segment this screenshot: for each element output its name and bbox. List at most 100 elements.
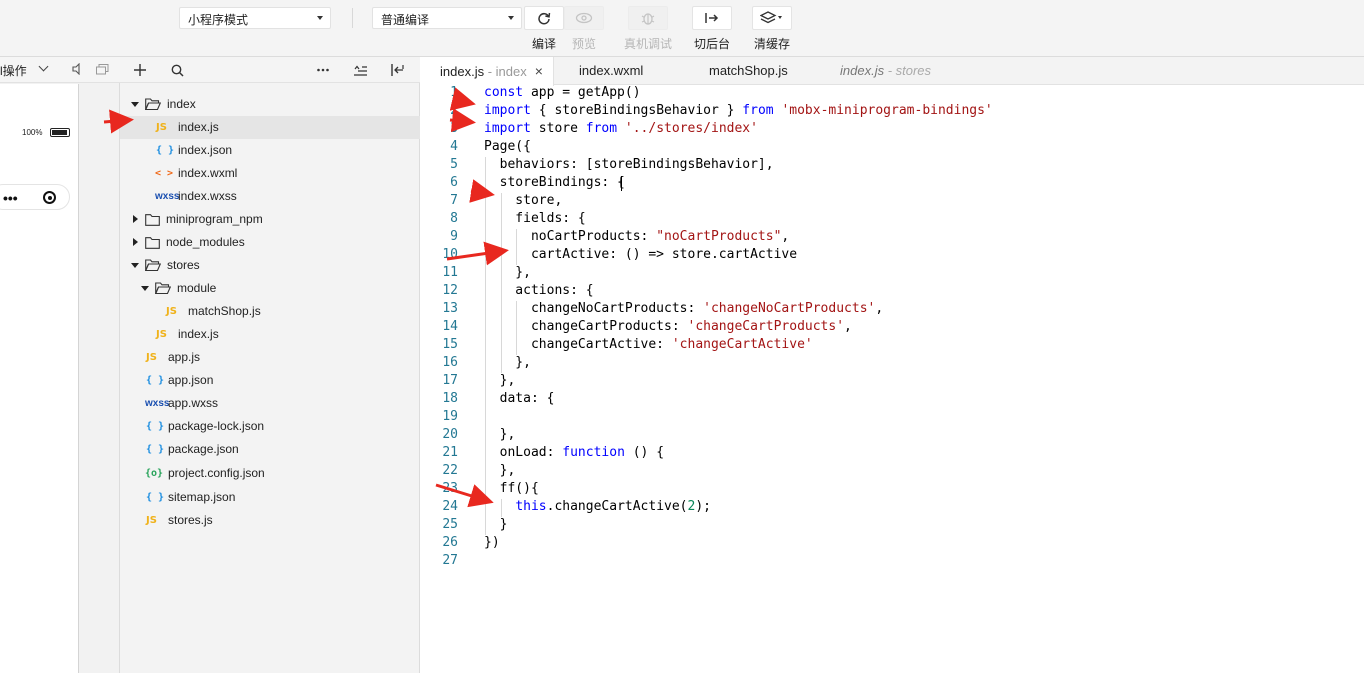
phone-screen[interactable]: 100% •••: [0, 84, 79, 673]
add-file-icon[interactable]: [131, 61, 149, 79]
compile-mode-value: 普通编译: [381, 13, 430, 27]
code-keyword: import: [484, 121, 531, 136]
tree-file-stores-index-js[interactable]: JS index.js: [120, 323, 420, 346]
tree-file-index-wxss[interactable]: wxss index.wxss: [120, 185, 420, 208]
code-token: onLoad:: [484, 445, 563, 460]
close-circle-icon[interactable]: [43, 191, 56, 204]
code-line[interactable]: onLoad: function () {: [484, 445, 664, 460]
tree-item-label: app.js: [168, 350, 201, 364]
simulator-panel: l操作 100% •••: [0, 57, 120, 673]
tree-file-index-wxml[interactable]: < > index.wxml: [120, 162, 420, 185]
explorer-header: [120, 57, 420, 83]
tab-subtitle: - stores: [884, 63, 932, 78]
tree-folder-node-modules[interactable]: node_modules: [120, 231, 420, 254]
tab-matchshop-js[interactable]: matchShop.js: [709, 57, 788, 85]
line-number: 1: [450, 85, 458, 100]
collapse-icon[interactable]: [351, 61, 369, 79]
line-number: 5: [450, 157, 458, 172]
mode-select-value: 小程序模式: [188, 13, 249, 27]
caret-right-icon[interactable]: [133, 215, 138, 223]
code-line[interactable]: },: [484, 265, 531, 280]
tree-folder-miniprogram-npm[interactable]: miniprogram_npm: [120, 208, 420, 231]
code-line[interactable]: import store from '../stores/index': [484, 121, 758, 136]
code-token: ,: [875, 301, 884, 316]
tree-file-package-json[interactable]: { } package.json: [120, 438, 420, 461]
chevron-down-icon[interactable]: [38, 61, 49, 72]
tree-file-index-js[interactable]: JS index.js: [120, 116, 420, 139]
tree-folder-module[interactable]: module: [120, 277, 420, 300]
tab-stores-index-js[interactable]: index.js - stores: [840, 57, 931, 85]
tree-file-app-js[interactable]: JS app.js: [120, 346, 420, 369]
code-line[interactable]: store,: [484, 193, 562, 208]
tree-file-app-json[interactable]: { } app.json: [120, 369, 420, 392]
layers-icon: [752, 6, 792, 30]
real-device-debug-button[interactable]: 真机调试: [624, 6, 672, 52]
caret-down-icon[interactable]: [141, 286, 149, 291]
more-dots-icon[interactable]: •••: [3, 190, 18, 206]
code-keyword: this: [515, 499, 547, 514]
code-token: app = getApp(): [523, 85, 641, 100]
code-line[interactable]: import { storeBindingsBehavior } from 'm…: [484, 103, 993, 118]
tree-file-app-wxss[interactable]: wxss app.wxss: [120, 392, 420, 415]
code-line[interactable]: ff(){: [484, 481, 539, 496]
preview-button[interactable]: 预览: [564, 6, 604, 52]
line-number: 12: [442, 283, 458, 298]
caret-down-icon[interactable]: [131, 102, 139, 107]
tree-folder-index[interactable]: index: [120, 93, 420, 116]
volume-icon[interactable]: [72, 62, 82, 78]
tree-file-stores-js[interactable]: JS stores.js: [120, 509, 420, 532]
compile-button[interactable]: 编译: [524, 6, 564, 52]
code-line[interactable]: const app = getApp(): [484, 85, 641, 100]
code-token: }): [484, 535, 500, 550]
folder-open-icon: [145, 97, 161, 112]
search-icon[interactable]: [168, 61, 186, 79]
tree-item-label: node_modules: [166, 235, 245, 249]
toggle-panel-icon[interactable]: [388, 61, 406, 79]
code-line[interactable]: storeBindings: {: [484, 175, 625, 190]
code-line[interactable]: changeCartActive: 'changeCartActive': [484, 337, 813, 352]
caret-right-icon[interactable]: [133, 238, 138, 246]
code-line[interactable]: data: {: [484, 391, 555, 406]
code-line[interactable]: noCartProducts: "noCartProducts",: [484, 229, 789, 244]
tree-folder-stores[interactable]: stores: [120, 254, 420, 277]
menu-capsule[interactable]: •••: [0, 184, 70, 210]
window-icon[interactable]: [96, 64, 109, 78]
tree-file-index-json[interactable]: { } index.json: [120, 139, 420, 162]
code-line[interactable]: },: [484, 463, 516, 478]
code-line[interactable]: this.changeCartActive(2);: [484, 499, 711, 514]
operation-menu[interactable]: l操作: [0, 62, 27, 79]
code-line[interactable]: }: [484, 517, 508, 532]
tree-file-package-lock-json[interactable]: { } package-lock.json: [120, 415, 420, 438]
code-line[interactable]: Page({: [484, 139, 531, 154]
code-line[interactable]: },: [484, 427, 516, 442]
code-token: .changeCartActive(: [546, 499, 688, 514]
code-line[interactable]: }): [484, 535, 500, 550]
code-line[interactable]: },: [484, 373, 516, 388]
line-number: 3: [450, 121, 458, 136]
code-line[interactable]: cartActive: () => store.cartActive: [484, 247, 797, 262]
tree-file-sitemap-json[interactable]: { } sitemap.json: [120, 486, 420, 509]
code-line[interactable]: fields: {: [484, 211, 585, 226]
code-string: "noCartProducts": [656, 229, 782, 244]
compile-mode-select[interactable]: 普通编译: [372, 7, 522, 29]
tree-item-label: miniprogram_npm: [166, 212, 263, 226]
code-line[interactable]: behaviors: [storeBindingsBehavior],: [484, 157, 774, 172]
caret-down-icon[interactable]: [131, 263, 139, 268]
tab-index-wxml[interactable]: index.wxml: [579, 57, 643, 85]
mode-select[interactable]: 小程序模式: [179, 7, 331, 29]
tree-file-matchshop-js[interactable]: JS matchShop.js: [120, 300, 420, 323]
code-line[interactable]: changeCartProducts: 'changeCartProducts'…: [484, 319, 852, 334]
code-line[interactable]: },: [484, 355, 531, 370]
more-icon[interactable]: [314, 61, 332, 79]
close-icon[interactable]: ×: [535, 63, 543, 79]
tree-file-project-config-json[interactable]: {o} project.config.json: [120, 462, 420, 485]
tab-index-js[interactable]: index.js - index ×: [420, 57, 554, 86]
switch-background-button[interactable]: 切后台: [692, 6, 732, 52]
clear-cache-button[interactable]: 清缓存: [752, 6, 792, 52]
code-token: storeBindings: {: [484, 175, 625, 190]
code-line[interactable]: changeNoCartProducts: 'changeNoCartProdu…: [484, 301, 883, 316]
tab-title: index.js: [840, 63, 885, 78]
line-number: 9: [450, 229, 458, 244]
tab-title: index.wxml: [579, 63, 644, 78]
